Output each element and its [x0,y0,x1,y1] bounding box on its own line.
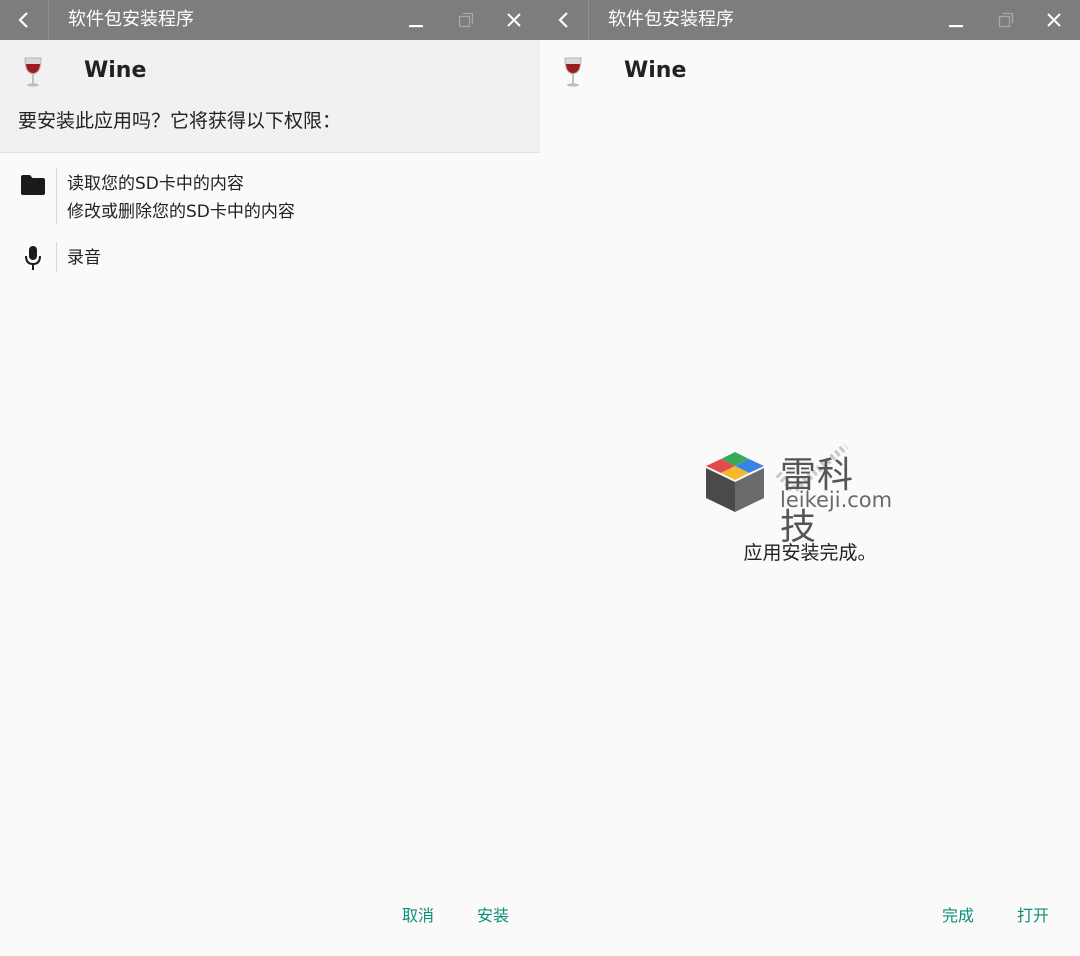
chevron-left-icon [18,12,28,28]
minimize-button[interactable] [936,0,976,40]
back-button[interactable] [0,0,49,40]
permission-line: 修改或删除您的SD卡中的内容 [67,202,295,222]
permission-text: 录音 [67,248,101,268]
back-button[interactable] [540,0,589,40]
installer-window-left: 软件包安装程序 Wine 要安装此应用吗？它将获得以下权限： 读取您的SD卡中的… [0,0,540,956]
chevron-left-icon [558,12,568,28]
wine-glass-icon [564,57,582,87]
divider [56,242,57,272]
permission-item-record-audio: 录音 [0,242,540,274]
close-button[interactable] [494,0,534,40]
permission-text: 读取您的SD卡中的内容 修改或删除您的SD卡中的内容 [67,170,295,226]
wine-glass-icon [24,57,42,87]
maximize-button[interactable] [986,0,1026,40]
app-name: Wine [84,58,147,83]
app-header: Wine 要安装此应用吗？它将获得以下权限： [0,40,540,153]
cancel-button[interactable]: 取消 [402,900,434,932]
permission-item-storage: 读取您的SD卡中的内容 修改或删除您的SD卡中的内容 [0,168,540,228]
close-button[interactable] [1034,0,1074,40]
folder-icon [18,170,48,200]
open-button[interactable]: 打开 [1017,900,1049,932]
install-question: 要安装此应用吗？它将获得以下权限： [18,110,342,132]
title-bar: 软件包安装程序 [540,0,1080,40]
minimize-icon [949,25,963,28]
divider [56,168,57,224]
close-icon [1047,13,1061,27]
close-icon [507,13,521,27]
app-name: Wine [624,58,687,83]
watermark-logo: 雷科技 leikeji.com [700,443,893,548]
cube-logo-icon [706,452,764,512]
install-button[interactable]: 安装 [477,900,509,932]
app-header: Wine [540,40,1080,152]
title-bar: 软件包安装程序 [0,0,540,40]
minimize-icon [409,25,423,28]
window-title: 软件包安装程序 [68,9,194,30]
install-complete-text: 应用安装完成。 [743,542,877,564]
maximize-button[interactable] [446,0,486,40]
permission-line: 读取您的SD卡中的内容 [67,174,244,194]
maximize-icon [458,12,474,28]
watermark-en: leikeji.com [780,488,893,512]
minimize-button[interactable] [396,0,436,40]
window-title: 软件包安装程序 [608,9,734,30]
microphone-icon [18,243,48,273]
maximize-icon [998,12,1014,28]
done-button[interactable]: 完成 [942,900,974,932]
